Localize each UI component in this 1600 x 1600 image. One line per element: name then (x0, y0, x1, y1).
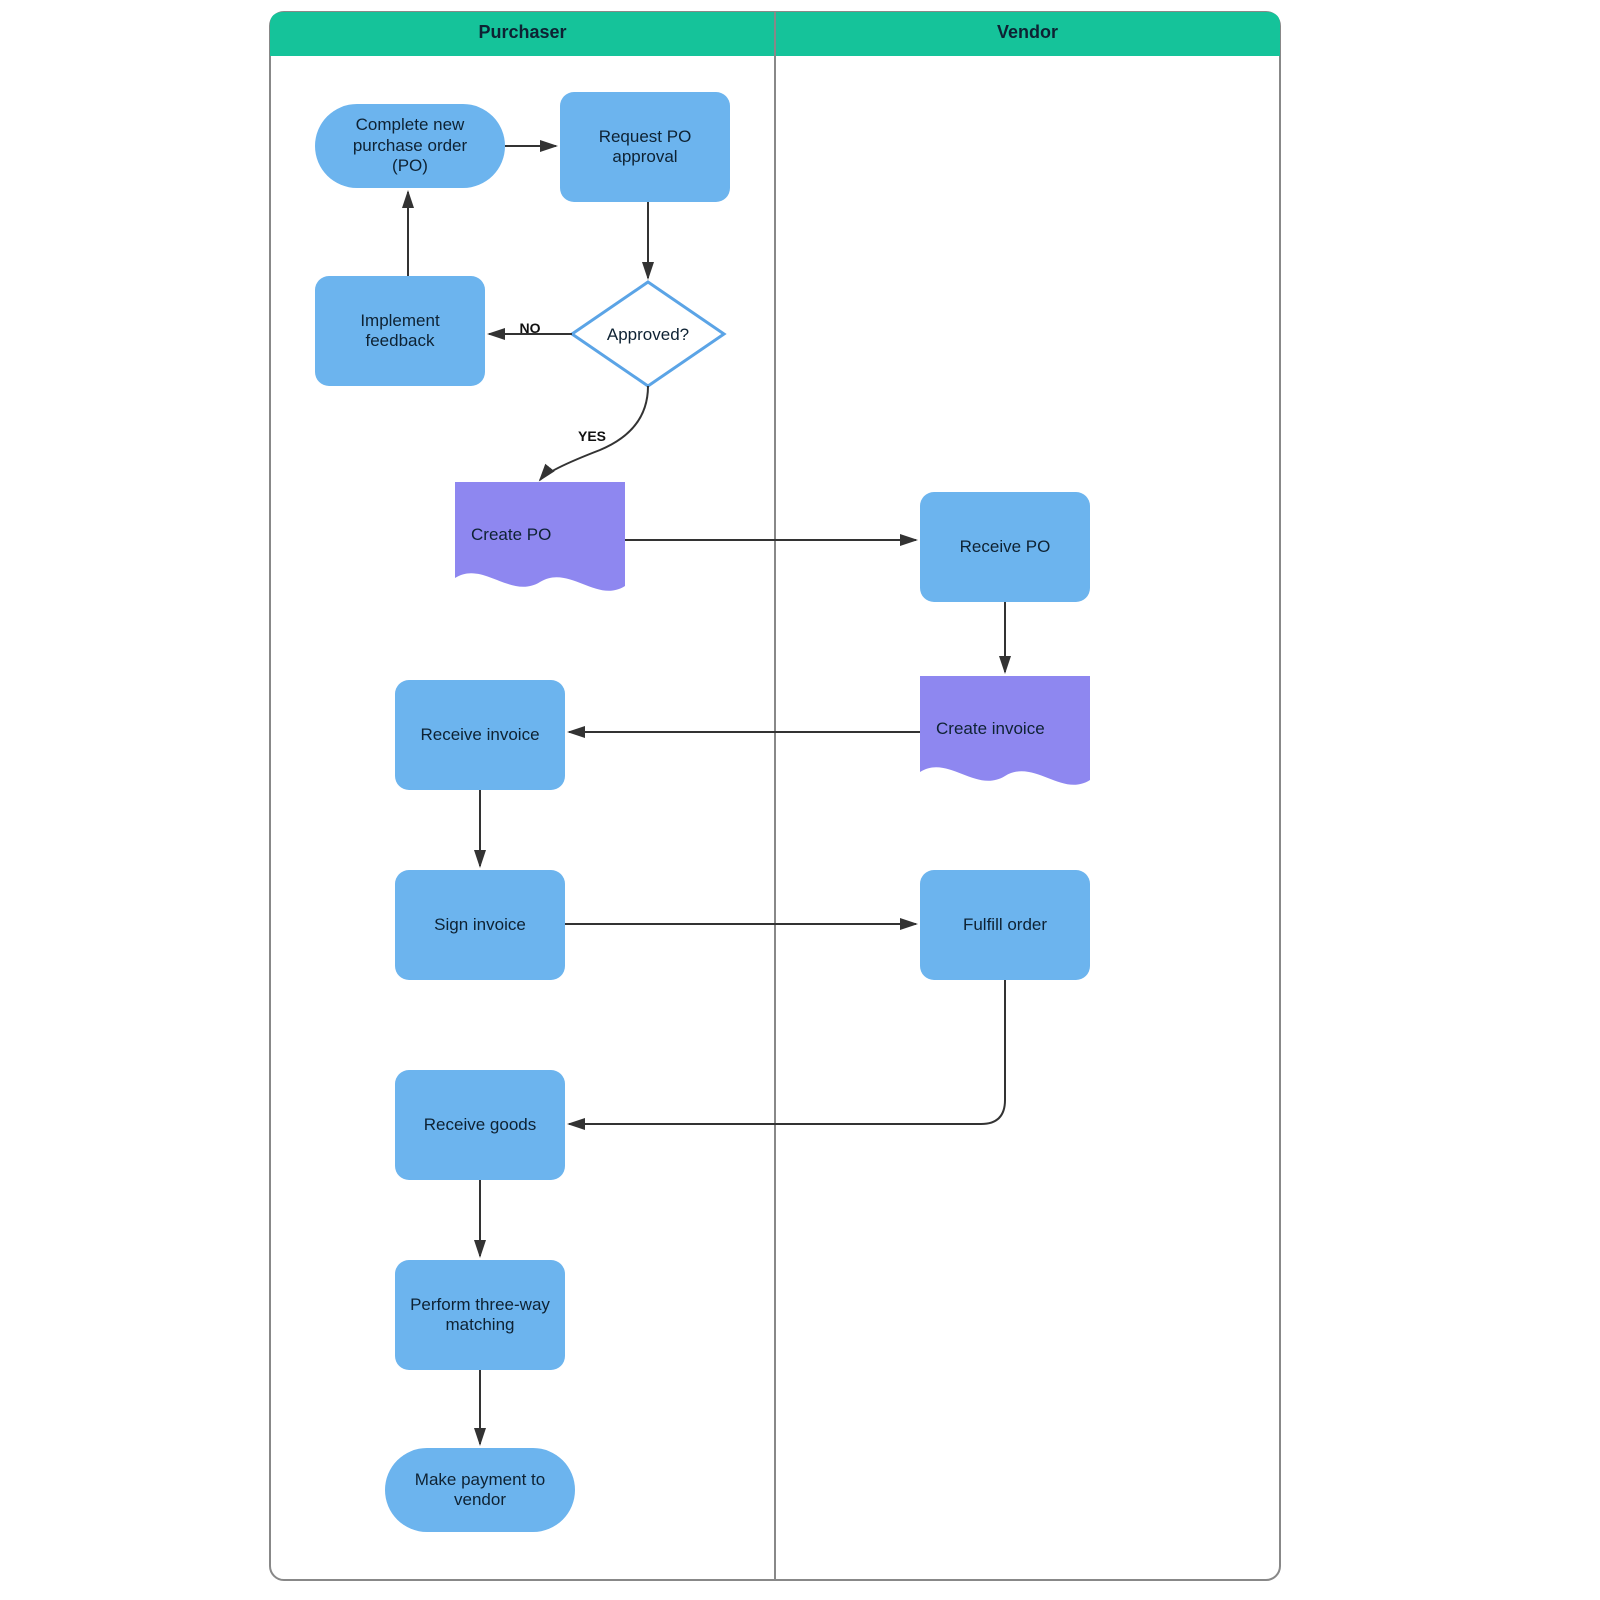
node-complete-po (315, 104, 505, 188)
node-create-po (455, 482, 625, 591)
node-receive-po (920, 492, 1090, 602)
node-implement-feedback (315, 276, 485, 386)
node-receive-goods (395, 1070, 565, 1180)
node-request-approval (560, 92, 730, 202)
arrow-fulfill-to-receivegoods (569, 980, 1005, 1124)
node-create-invoice (920, 676, 1090, 785)
arrow-approved-yes (540, 386, 648, 480)
node-three-way (395, 1260, 565, 1370)
node-fulfill-order (920, 870, 1090, 980)
swimlane-vendor-label: Vendor (775, 22, 1280, 43)
node-receive-invoice (395, 680, 565, 790)
node-make-payment (385, 1448, 575, 1532)
node-approved (572, 282, 724, 386)
swimlane-purchaser-label: Purchaser (270, 22, 775, 43)
swimlane-diagram (0, 0, 1600, 1600)
node-sign-invoice (395, 870, 565, 980)
